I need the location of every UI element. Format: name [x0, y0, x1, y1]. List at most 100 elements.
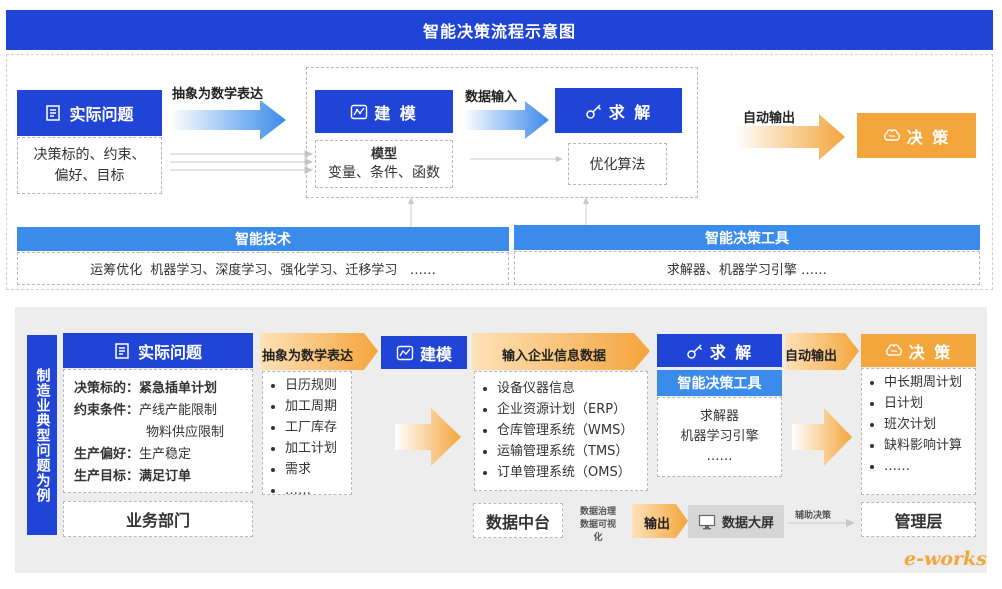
bottom-solve-header: 求 解 [657, 334, 782, 367]
key-icon [686, 343, 702, 359]
top-real-problem-title: 实际问题 [69, 105, 134, 124]
bottom-solve-title: 求 解 [709, 342, 754, 362]
top-real-problem-line2: 偏好、目标 [54, 167, 125, 184]
bottom-rp-row-value: 生产稳定 [139, 446, 192, 462]
abstract-list-item: …… [285, 480, 351, 501]
enterprise-list-item: 订单管理系统（OMS） [497, 462, 647, 483]
top-real-problem-header: 实际问题 [17, 90, 162, 136]
top-modeling-title: 建 模 [374, 103, 418, 123]
bottom-rp-row: 生产目标： 满足订单 [74, 463, 252, 485]
bottom-enterprise-list: 设备仪器信息企业资源计划（ERP）仓库管理系统（WMS）运输管理系统（TMS）订… [474, 371, 648, 491]
decision-list-item: 日计划 [884, 393, 975, 414]
bottom-rp-row: 生产偏好： 生产稳定 [74, 441, 252, 463]
model-icon [396, 345, 414, 360]
bottom-rp-row-value: 满足订单 [139, 468, 192, 484]
bottom-data-gov-label: 数据治理 数据可视 化 [568, 500, 628, 550]
top-modeling-sub-body: 变量、条件、函数 [328, 165, 440, 181]
top-smart-tools-body: 求解器、机器学习引擎 …… [514, 251, 980, 285]
enterprise-list-item: 运输管理系统（TMS） [497, 441, 647, 462]
bottom-rp-row-value: 紧急插单计划 [139, 380, 218, 396]
document-icon [115, 342, 129, 359]
enterprise-list-item: 仓库管理系统（WMS） [497, 420, 647, 441]
top-solve-header: 求 解 [555, 88, 682, 133]
top-auto-output-arrow [735, 114, 845, 160]
bottom-rp-row: 决策标的： 紧急插单计划 [74, 375, 252, 397]
top-solve-title: 求 解 [608, 102, 653, 122]
model-icon [351, 104, 368, 119]
page-title: 智能决策流程示意图 [6, 10, 993, 50]
bottom-tools-item: …… [706, 449, 733, 464]
bottom-side-label: 制造业典型问题为例 [27, 335, 57, 535]
top-model-solve-connector [470, 156, 563, 162]
top-tech-up-arrow [408, 197, 414, 227]
bottom-rp-row-label: 约束条件： [74, 402, 140, 418]
abstract-list-item: 加工计划 [285, 438, 351, 459]
abstract-list-item: 工厂库存 [285, 417, 351, 438]
bottom-modeling-title: 建模 [419, 344, 452, 364]
bottom-enterprise-label: 输入企业信息数据 [502, 349, 607, 364]
top-smart-tech-header: 智能技术 [17, 227, 509, 251]
bottom-rp-row-value: 物料供应限制 [146, 424, 225, 440]
top-smart-tech-body: 运筹优化 机器学习、深度学习、强化学习、迁移学习 …… [17, 252, 509, 285]
top-real-problem-line1: 决策标的、约束、 [33, 146, 146, 163]
bottom-data-gov-line2: 数据可视 [579, 519, 616, 530]
bottom-assist-arrow [788, 519, 855, 527]
bottom-tools-item: 机器学习引擎 [680, 429, 759, 444]
enterprise-list-item: 设备仪器信息 [497, 378, 647, 399]
top-modeling-body: 模型 变量、条件、函数 [315, 140, 453, 188]
bottom-rp-row-value: 产线产能限制 [139, 402, 218, 418]
bottom-rp-row-label: 生产目标： [74, 468, 140, 484]
top-data-input-arrow [463, 101, 549, 139]
decision-list-item: …… [884, 456, 975, 477]
brain-icon [883, 128, 900, 141]
bottom-model-arrow [395, 408, 461, 466]
bottom-decision-title: 决 策 [908, 342, 953, 362]
bottom-modeling-header: 建模 [381, 336, 467, 369]
bottom-data-gov-line3: 化 [593, 532, 603, 543]
bottom-tools-body: 求解器 机器学习引擎 …… [657, 397, 782, 477]
top-modeling-header: 建 模 [315, 90, 453, 133]
bottom-decision-header: 决 策 [861, 334, 976, 367]
key-icon [585, 103, 601, 119]
bottom-big-screen-title: 数据大屏 [721, 516, 774, 531]
bottom-data-gov-line1: 数据治理 [579, 506, 616, 517]
brain-icon [885, 343, 902, 356]
top-modeling-sub-title: 模型 [370, 147, 397, 162]
bottom-rp-row: 约束条件： 产线产能限制 [74, 397, 252, 419]
top-solve-body: 优化算法 [568, 143, 667, 185]
top-decision-box: 决 策 [857, 113, 976, 158]
top-tools-up-arrow [583, 197, 589, 227]
monitor-icon [698, 514, 716, 529]
bottom-rp-row: 物料供应限制 [74, 419, 252, 441]
bottom-abstract-label: 抽象为数学表达 [262, 349, 354, 364]
bottom-tools-item: 求解器 [699, 409, 739, 424]
abstract-list-item: 日历规则 [285, 375, 351, 396]
top-smart-tools-header: 智能决策工具 [514, 225, 980, 250]
bottom-solve-arrow [792, 408, 852, 466]
watermark-logo: e-works [904, 548, 987, 570]
bottom-rp-row-label: 生产偏好： [74, 446, 140, 462]
decision-list-item: 班次计划 [884, 414, 975, 435]
top-abstract-arrow [170, 100, 286, 140]
bottom-real-problem-header: 实际问题 [63, 333, 253, 368]
top-decision-title: 决 策 [906, 127, 951, 147]
bottom-decision-list: 中长期周计划日计划班次计划缺料影响计算…… [861, 368, 976, 495]
bottom-data-center-box: 数据中台 [473, 503, 563, 538]
bottom-real-problem-body: 决策标的： 紧急插单计划 约束条件： 产线产能限制 物料供应限制 生产偏好： 生… [63, 369, 253, 493]
bottom-big-screen-box: 数据大屏 [688, 505, 784, 538]
abstract-list-item: 加工周期 [285, 396, 351, 417]
decision-list-item: 缺料影响计算 [884, 435, 975, 456]
bottom-dept-box: 业务部门 [63, 501, 253, 537]
bottom-real-problem-title: 实际问题 [137, 342, 202, 362]
bottom-abstract-list: 日历规则加工周期工厂库存加工计划需求…… [262, 371, 352, 498]
top-real-problem-body: 决策标的、约束、 偏好、目标 [17, 137, 162, 194]
bottom-mgmt-box: 管理层 [861, 502, 976, 537]
bottom-tools-header: 智能决策工具 [657, 370, 782, 396]
top-connector-arrows [170, 150, 314, 174]
decision-list-item: 中长期周计划 [884, 372, 975, 393]
bottom-output-label: 输出 [644, 517, 671, 532]
document-icon [46, 105, 61, 121]
bottom-auto-output-label: 自动输出 [785, 349, 838, 364]
abstract-list-item: 需求 [285, 459, 351, 480]
bottom-rp-row-label: 决策标的： [74, 380, 140, 396]
